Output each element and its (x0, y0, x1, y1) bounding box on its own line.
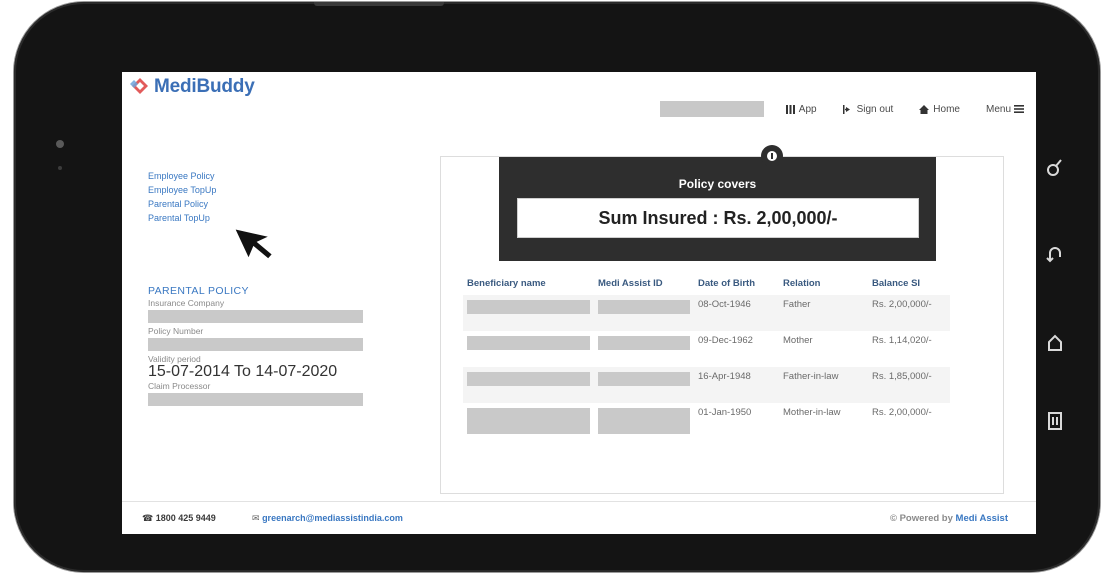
policy-number-redacted (148, 338, 363, 351)
dob-cell: 01-Jan-1950 (698, 407, 752, 418)
medi-assist-id-redacted (598, 300, 690, 314)
beneficiary-table: Beneficiary name Medi Assist ID Date of … (463, 278, 950, 439)
mail-icon: ✉ (252, 513, 260, 523)
medibuddy-logo[interactable]: MediBuddy (128, 76, 255, 98)
top-navigation: App Sign out Home Menu (659, 101, 1024, 117)
brand-name: MediBuddy (154, 76, 255, 97)
relation-cell: Mother (783, 335, 813, 346)
beneficiary-name-redacted (467, 300, 590, 314)
insurance-company-label: Insurance Company (148, 298, 225, 308)
col-medi-assist-id: Medi Assist ID (598, 278, 663, 289)
powered-by-brand[interactable]: Medi Assist (956, 513, 1008, 524)
dob-cell: 09-Dec-1962 (698, 335, 753, 346)
balance-cell: Rs. 1,14,020/- (872, 335, 932, 346)
tablet-frame: MediBuddy App Sign out Home Menu Employe… (14, 2, 1100, 572)
home-label: Home (933, 103, 960, 115)
medi-assist-id-redacted (598, 336, 690, 350)
sensor (58, 166, 62, 170)
expand-toggle-icon[interactable] (761, 145, 783, 167)
helpline[interactable]: ☎ 1800 425 9449 (142, 513, 216, 524)
support-email-address: greenarch@mediassistindia.com (262, 513, 403, 523)
balance-cell: Rs. 2,00,000/- (872, 407, 932, 418)
menu-key-icon[interactable] (1044, 410, 1070, 436)
home-icon (919, 104, 930, 114)
beneficiary-name-redacted (467, 372, 590, 386)
page-footer: ☎ 1800 425 9449 ✉ greenarch@mediassistin… (122, 501, 1036, 534)
policy-covers-title: Policy covers (678, 177, 757, 191)
back-key-icon[interactable] (1044, 244, 1070, 270)
parental-topup-link[interactable]: Parental TopUp (148, 211, 216, 225)
sign-out-icon (842, 104, 850, 114)
user-name-redacted (659, 101, 764, 117)
table-row: 01-Jan-1950 Mother-in-law Rs. 2,00,000/- (463, 403, 950, 439)
parental-policy-link[interactable]: Parental Policy (148, 197, 216, 211)
support-email[interactable]: ✉ greenarch@mediassistindia.com (252, 513, 403, 524)
table-row: 16-Apr-1948 Father-in-law Rs. 1,85,000/- (463, 367, 950, 403)
medi-assist-id-redacted (598, 408, 690, 434)
app-link[interactable]: App (785, 103, 817, 115)
table-row: 09-Dec-1962 Mother Rs. 1,14,020/- (463, 331, 950, 367)
sum-insured-value: Sum Insured : Rs. 2,00,000/- (517, 198, 919, 238)
home-link[interactable]: Home (919, 104, 960, 115)
employee-topup-link[interactable]: Employee TopUp (148, 183, 216, 197)
relation-cell: Father (779, 295, 868, 331)
sign-out-label: Sign out (856, 103, 894, 115)
balance-cell: Rs. 2,00,000/- (868, 295, 950, 331)
medi-assist-id-redacted (598, 372, 690, 386)
helpline-number: 1800 425 9449 (155, 513, 216, 523)
beneficiary-name-redacted (467, 336, 590, 350)
parental-policy-section: PARENTAL POLICY Insurance Company Policy… (148, 285, 363, 406)
relation-cell: Father-in-law (779, 367, 868, 403)
menu-icon (1014, 105, 1024, 113)
mouse-pointer-icon (235, 225, 276, 264)
validity-value: 15-07-2014 To 14-07-2020 (148, 363, 338, 380)
insurance-company-redacted (148, 310, 363, 323)
policy-details-panel: Policy covers Sum Insured : Rs. 2,00,000… (440, 145, 1004, 494)
policy-covers-box: Policy covers Sum Insured : Rs. 2,00,000… (499, 145, 936, 261)
search-key-icon[interactable] (1044, 157, 1070, 183)
relation-cell: Mother-in-law (783, 407, 841, 418)
col-date-of-birth: Date of Birth (698, 278, 755, 289)
home-key-icon[interactable] (1044, 332, 1070, 358)
table-header-row: Beneficiary name Medi Assist ID Date of … (463, 278, 950, 295)
beneficiary-name-redacted (467, 408, 590, 434)
menu-label: Menu (985, 103, 1011, 115)
balance-cell: Rs. 1,85,000/- (868, 367, 950, 403)
col-relation: Relation (783, 278, 821, 289)
app-label: App (798, 103, 817, 115)
app-screen: MediBuddy App Sign out Home Menu Employe… (122, 72, 1036, 534)
parental-policy-heading: PARENTAL POLICY (148, 285, 249, 297)
dob-cell: 16-Apr-1948 (694, 367, 779, 403)
powered-by: © Powered by Medi Assist (890, 513, 1008, 524)
col-balance-si: Balance SI (872, 278, 921, 289)
sign-out-link[interactable]: Sign out (842, 103, 894, 115)
table-row: 08-Oct-1946 Father Rs. 2,00,000/- (463, 295, 950, 331)
menu-link[interactable]: Menu (986, 104, 1024, 115)
claim-processor-redacted (148, 393, 363, 406)
claim-processor-label: Claim Processor (148, 381, 211, 391)
powered-by-prefix: © Powered by (889, 513, 953, 524)
col-beneficiary-name: Beneficiary name (467, 278, 546, 289)
policy-number-label: Policy Number (148, 326, 204, 336)
policy-links: Employee Policy Employee TopUp Parental … (148, 169, 216, 225)
employee-policy-link[interactable]: Employee Policy (148, 169, 216, 183)
dob-cell: 08-Oct-1946 (694, 295, 779, 331)
grid-icon (785, 104, 795, 114)
front-camera (56, 140, 64, 148)
medibuddy-logo-icon (130, 78, 148, 94)
phone-icon: ☎ (142, 513, 154, 523)
device-notch (314, 2, 444, 6)
